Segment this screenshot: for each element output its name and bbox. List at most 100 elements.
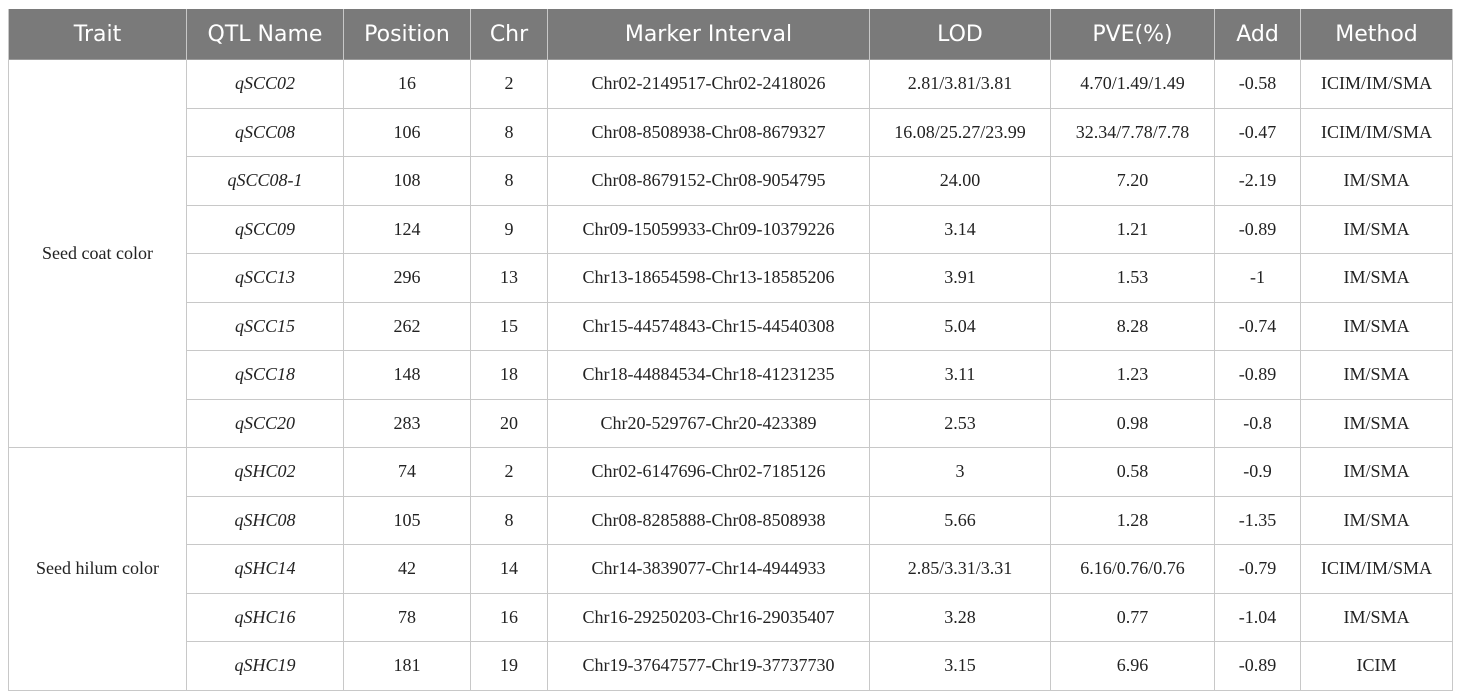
add-cell: -0.89 (1214, 204, 1301, 254)
chr-cell: 15 (470, 301, 548, 351)
marker-interval-cell: Chr15-44574843-Chr15-44540308 (547, 301, 870, 351)
pve-cell: 1.28 (1050, 495, 1215, 545)
method-cell: IM/SMA (1300, 156, 1453, 206)
method-cell: IM/SMA (1300, 398, 1453, 448)
table-body: Seed coat color qSCC02 16 2 Chr02-2149517-Ch… (8, 59, 1453, 691)
add-cell: -0.47 (1214, 107, 1301, 157)
marker-interval-cell: Chr19-37647577-Chr19-37737730 (547, 641, 870, 691)
position-cell: 296 (343, 253, 471, 303)
header-marker-interval: Marker Interval (547, 9, 870, 60)
lod-cell: 3.28 (869, 592, 1051, 642)
pve-cell: 0.58 (1050, 447, 1215, 497)
chr-cell: 8 (470, 107, 548, 157)
pve-cell: 6.96 (1050, 641, 1215, 691)
marker-interval-cell: Chr14-3839077-Chr14-4944933 (547, 544, 870, 594)
chr-cell: 19 (470, 641, 548, 691)
marker-interval-cell: Chr08-8679152-Chr08-9054795 (547, 156, 870, 206)
pve-cell: 32.34/7.78/7.78 (1050, 107, 1215, 157)
chr-cell: 16 (470, 592, 548, 642)
qtl-name-cell: qSHC08 (186, 495, 344, 545)
header-row: Trait QTL Name Position Chr Marker Inter… (8, 9, 1453, 60)
qtl-name-cell: qSCC13 (186, 253, 344, 303)
qtl-table: Trait QTL Name Position Chr Marker Inter… (8, 9, 1453, 691)
header-position: Position (343, 9, 471, 60)
chr-cell: 20 (470, 398, 548, 448)
position-cell: 106 (343, 107, 471, 157)
lod-cell: 3.91 (869, 253, 1051, 303)
marker-interval-cell: Chr18-44884534-Chr18-41231235 (547, 350, 870, 400)
add-cell: -0.74 (1214, 301, 1301, 351)
pve-cell: 1.53 (1050, 253, 1215, 303)
marker-interval-cell: Chr02-2149517-Chr02-2418026 (547, 59, 870, 109)
add-cell: -0.8 (1214, 398, 1301, 448)
add-cell: -2.19 (1214, 156, 1301, 206)
method-cell: IM/SMA (1300, 301, 1453, 351)
chr-cell: 2 (470, 59, 548, 109)
add-cell: -0.58 (1214, 59, 1301, 109)
chr-cell: 14 (470, 544, 548, 594)
method-cell: ICIM/IM/SMA (1300, 544, 1453, 594)
chr-cell: 9 (470, 204, 548, 254)
lod-cell: 3.14 (869, 204, 1051, 254)
method-cell: IM/SMA (1300, 592, 1453, 642)
add-cell: -0.9 (1214, 447, 1301, 497)
position-cell: 74 (343, 447, 471, 497)
position-cell: 124 (343, 204, 471, 254)
pve-cell: 0.98 (1050, 398, 1215, 448)
add-cell: -1 (1214, 253, 1301, 303)
qtl-name-cell: qSHC16 (186, 592, 344, 642)
header-method: Method (1300, 9, 1453, 60)
chr-cell: 2 (470, 447, 548, 497)
method-cell: ICIM (1300, 641, 1453, 691)
method-cell: IM/SMA (1300, 253, 1453, 303)
add-cell: -1.35 (1214, 495, 1301, 545)
position-cell: 42 (343, 544, 471, 594)
method-cell: ICIM/IM/SMA (1300, 107, 1453, 157)
header-add: Add (1214, 9, 1301, 60)
qtl-name-cell: qSCC09 (186, 204, 344, 254)
position-cell: 148 (343, 350, 471, 400)
trait-cell: Seed coat color (8, 59, 187, 448)
trait-cell: Seed hilum color (8, 447, 187, 691)
chr-cell: 18 (470, 350, 548, 400)
table-row: qSHC19 181 19 Chr19-37647577-Chr19-37737730… (9, 641, 1453, 691)
method-cell: IM/SMA (1300, 495, 1453, 545)
header-trait: Trait (8, 9, 187, 60)
table-header: Trait QTL Name Position Chr Marker Inter… (8, 9, 1453, 60)
table-row: qSCC18 148 18 Chr18-44884534-Chr18-41231235… (9, 350, 1453, 400)
lod-cell: 3.15 (869, 641, 1051, 691)
qtl-name-cell: qSCC08 (186, 107, 344, 157)
pve-cell: 6.16/0.76/0.76 (1050, 544, 1215, 594)
lod-cell: 3.11 (869, 350, 1051, 400)
table-row: Seed coat color qSCC02 16 2 Chr02-2149517-Ch… (8, 59, 1453, 448)
table-row: Seed hilum color qSHC02 74 2 Chr02-6147696-C… (8, 447, 1453, 691)
pve-cell: 8.28 (1050, 301, 1215, 351)
marker-interval-cell: Chr09-15059933-Chr09-10379226 (547, 204, 870, 254)
qtl-name-cell: qSCC20 (186, 398, 344, 448)
table-row: qSCC15 262 15 Chr15-44574843-Chr15-44540308… (9, 301, 1453, 351)
qtl-name-cell: qSCC15 (186, 301, 344, 351)
lod-cell: 5.04 (869, 301, 1051, 351)
lod-cell: 2.85/3.31/3.31 (869, 544, 1051, 594)
pve-cell: 4.70/1.49/1.49 (1050, 59, 1215, 109)
method-cell: ICIM/IM/SMA (1300, 59, 1453, 109)
qtl-name-cell: qSCC08-1 (186, 156, 344, 206)
method-cell: IM/SMA (1300, 350, 1453, 400)
chr-cell: 8 (470, 156, 548, 206)
add-cell: -0.79 (1214, 544, 1301, 594)
table-row: qSHC14 42 14 Chr14-3839077-Chr14-4944933 2.8… (9, 544, 1453, 594)
lod-cell: 5.66 (869, 495, 1051, 545)
header-lod: LOD (869, 9, 1051, 60)
position-cell: 262 (343, 301, 471, 351)
position-cell: 108 (343, 156, 471, 206)
marker-interval-cell: Chr08-8508938-Chr08-8679327 (547, 107, 870, 157)
pve-cell: 7.20 (1050, 156, 1215, 206)
method-cell: IM/SMA (1300, 447, 1453, 497)
add-cell: -0.89 (1214, 350, 1301, 400)
position-cell: 283 (343, 398, 471, 448)
chr-cell: 8 (470, 495, 548, 545)
table-row: qSCC20 283 20 Chr20-529767-Chr20-423389 2.53… (9, 398, 1453, 448)
marker-interval-cell: Chr13-18654598-Chr13-18585206 (547, 253, 870, 303)
lod-cell: 24.00 (869, 156, 1051, 206)
table-row: qSCC13 296 13 Chr13-18654598-Chr13-18585206… (9, 253, 1453, 303)
